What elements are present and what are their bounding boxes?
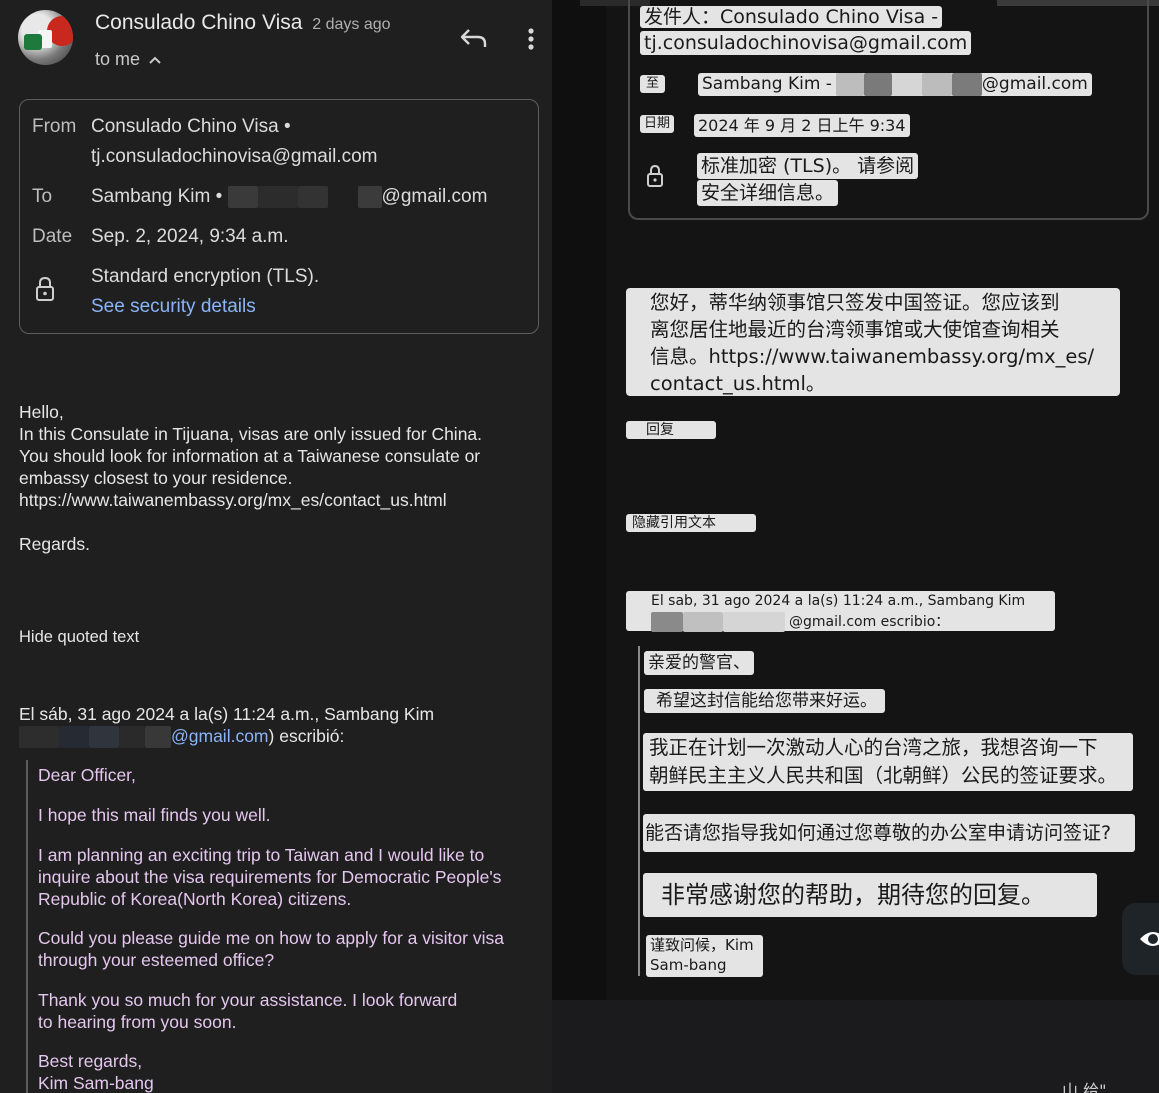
quote-header-tail: @gmail.com escribio： [789, 613, 950, 630]
quoted-line: 亲爱的警官、 [644, 651, 754, 675]
to-me-label: to me [95, 49, 141, 69]
more-vert-icon[interactable] [522, 24, 538, 54]
quoted-line: 我正在计划一次激动人心的台湾之旅，我想咨询一下 [649, 736, 1098, 759]
date-label: 日期 [640, 115, 675, 133]
redacted-block [257, 186, 298, 208]
redacted-block [327, 186, 358, 208]
quote-header: El sab, 31 ago 2024 a la(s) 11:24 a.m., … [651, 593, 1026, 609]
quoted-line: 希望这封信能给您带来好运。 [644, 689, 885, 713]
redacted-block [119, 726, 145, 749]
to-label: 至 [640, 75, 666, 93]
date-value: 2024 年 9 月 2 日上午 9:34 [694, 114, 910, 137]
body-line: embassy closest to your residence. [19, 468, 293, 488]
quoted-line: Thank you so much for your assistance. I… [38, 990, 458, 1010]
quote-bar [638, 646, 640, 976]
signature-line: 谨致问候，Kim [650, 936, 754, 954]
date-label: Date [32, 226, 73, 247]
sender-avatar[interactable] [18, 10, 73, 65]
quote-header: El sáb, 31 ago 2024 a la(s) 11:24 a.m., … [19, 704, 435, 724]
to-line: Sambang Kim - @gmail.com [698, 73, 1092, 96]
body-line: In this Consulate in Tijuana, visas are … [19, 424, 483, 444]
quoted-line: through your esteemed office? [38, 950, 275, 970]
redacted-block [723, 612, 785, 632]
quoted-line: to hearing from you soon. [38, 1012, 237, 1032]
bottom-cut-text: 山 给" [1062, 1081, 1107, 1093]
body-line: 您好，蒂华纳领事馆只签发中国签证。您应该到 [650, 291, 1060, 314]
quoted-line: Dear Officer, [38, 765, 136, 785]
quoted-line: inquire about the visa requirements for … [38, 867, 502, 887]
eye-icon [1140, 932, 1159, 946]
quoted-line: 能否请您指导我如何通过您尊敬的办公室申请访问签证? [643, 814, 1135, 852]
from-email[interactable]: tj.consuladochinovisa@gmail.com [640, 31, 972, 55]
redacted-block [683, 612, 723, 632]
time-ago: 2 days ago [312, 16, 391, 33]
redacted-block [357, 186, 382, 208]
quoted-line: 朝鲜民主主义人民共和国（北朝鲜）公民的签证要求。 [649, 764, 1118, 787]
redacted-block [19, 726, 59, 749]
quote-header-email-line: @gmail.com escribio： [651, 612, 953, 632]
to-label: To [32, 186, 53, 207]
body-line: Hello, [19, 402, 64, 422]
to-email-tail[interactable]: @gmail.com [382, 186, 488, 207]
redacted-block [297, 186, 328, 208]
email-view-chinese-screenshot: 发件人：Consulado Chino Visa - tj.consuladoc… [552, 0, 1159, 1093]
signature-highlight: 谨致问候，Kim Sam-bang [646, 935, 763, 977]
hide-quoted-text-link[interactable]: Hide quoted text [19, 626, 139, 648]
signature-line: Sam-bang [650, 956, 727, 974]
quote-header-tail: ) escribió: [268, 726, 345, 746]
lock-icon [36, 276, 54, 301]
reply-button[interactable]: 回复 [626, 421, 716, 439]
redacted-block [891, 73, 922, 96]
redacted-block [651, 612, 683, 632]
to-email-tail[interactable]: @gmail.com [982, 73, 1088, 96]
quote-bar [26, 760, 28, 1093]
quoted-line: I am planning an exciting trip to Taiwan… [38, 845, 485, 865]
redacted-block [835, 73, 864, 96]
redacted-block [863, 73, 892, 96]
from-email[interactable]: tj.consuladochinovisa@gmail.com [91, 146, 377, 168]
quoted-line: Could you please guide me on how to appl… [38, 928, 504, 948]
regards-line: Regards. [19, 534, 91, 554]
from-name: Consulado Chino Visa • [91, 116, 291, 137]
redacted-block [951, 73, 982, 96]
sender-name[interactable]: Consulado Chino Visa [95, 11, 302, 34]
email-view-english: Consulado Chino Visa 2 days ago to me Fr… [0, 0, 552, 1093]
body-line: 信息。https://www.taiwanembassy.org/mx_es/ [650, 345, 1095, 368]
quoted-line: Republic of Korea(North Korea) citizens. [38, 889, 352, 909]
encryption-text: 标准加密 (TLS)。 请参阅 [697, 153, 919, 179]
redacted-block [89, 726, 119, 749]
to-name: Sambang Kim - [702, 74, 832, 94]
eye-toggle-button[interactable] [1122, 903, 1159, 975]
redacted-block [59, 726, 89, 749]
security-details-link[interactable]: See security details [91, 296, 256, 318]
from-label: From [32, 116, 77, 137]
chevron-up-icon [149, 56, 161, 64]
quote-email-link[interactable]: @gmail.com [171, 726, 269, 746]
sender-line: Consulado Chino Visa 2 days ago [95, 11, 391, 35]
body-line: You should look for information at a Tai… [19, 446, 481, 466]
quote-header-email-line: @gmail.com) escribió: [19, 725, 345, 749]
security-details-link[interactable]: 安全详细信息。 [697, 180, 839, 206]
quoted-line: Best regards, [38, 1051, 143, 1071]
quoted-line: Kim Sam-bang [38, 1073, 154, 1093]
encryption-text: Standard encryption (TLS). [91, 266, 320, 287]
body-line: contact_us.html。 [650, 372, 826, 395]
to-name: Sambang Kim • [91, 186, 223, 208]
redacted-block [227, 186, 258, 208]
hide-quoted-text-link[interactable]: 隐藏引用文本 [626, 514, 756, 532]
body-line: 离您居住地最近的台湾领事馆或大使馆查询相关 [650, 318, 1060, 341]
redacted-block [921, 73, 952, 96]
date-value: Sep. 2, 2024, 9:34 a.m. [91, 226, 289, 247]
from-line: 发件人：Consulado Chino Visa - [640, 6, 943, 28]
reply-icon[interactable] [458, 24, 490, 54]
quoted-line: I hope this mail finds you well. [38, 805, 271, 825]
redacted-block [145, 726, 171, 749]
lock-icon [647, 164, 663, 187]
embassy-link[interactable]: https://www.taiwanembassy.org/mx_es/cont… [19, 489, 447, 511]
to-line: Sambang Kim • @gmail.com [91, 186, 487, 208]
quoted-line: 非常感谢您的帮助，期待您的回复。 [643, 873, 1097, 917]
recipient-toggle[interactable]: to me [95, 49, 162, 70]
flag-green-shape [24, 34, 42, 50]
